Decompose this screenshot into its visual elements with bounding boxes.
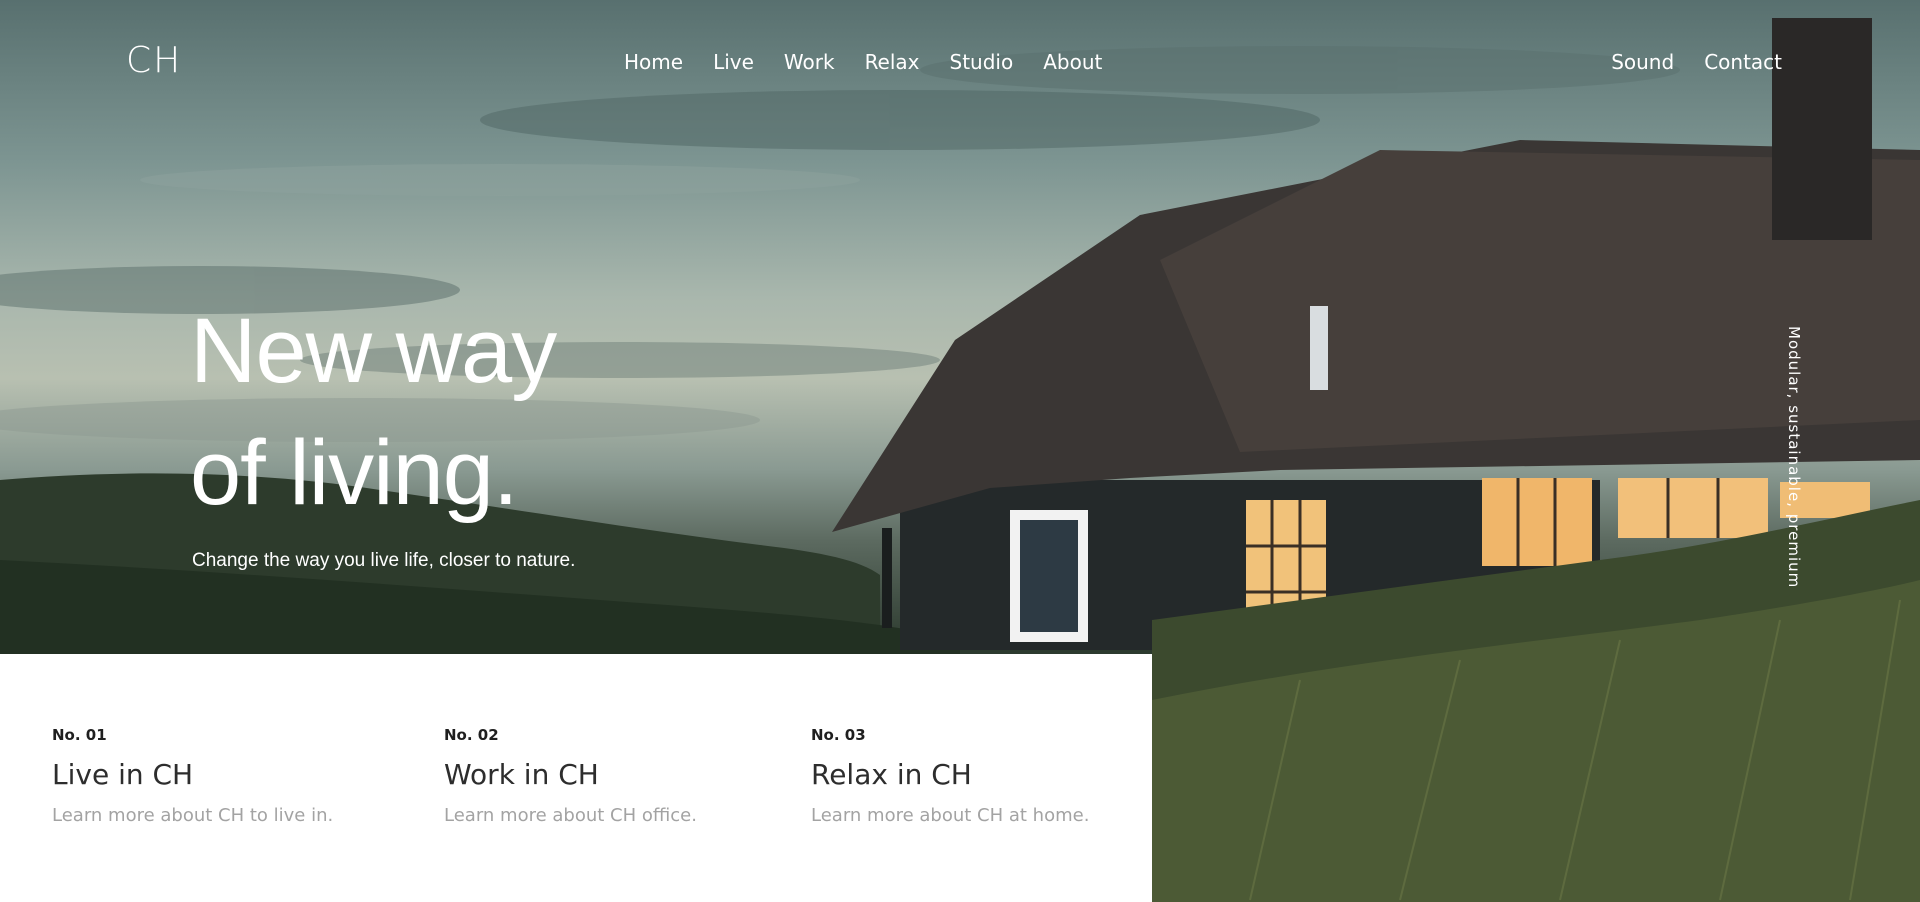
nav-link-about[interactable]: About <box>1043 50 1102 74</box>
main-navigation: Home Live Work Relax Studio About <box>624 50 1102 74</box>
landing-page: CH Home Live Work Relax Studio About Sou… <box>0 0 1920 902</box>
feature-number: No. 03 <box>811 726 866 744</box>
hero-subline: Change the way you live life, closer to … <box>192 550 576 571</box>
feature-title[interactable]: Work in CH <box>444 758 697 791</box>
feature-description[interactable]: Learn more about CH office. <box>444 805 697 826</box>
feature-title[interactable]: Live in CH <box>52 758 333 791</box>
feature-number: No. 01 <box>52 726 107 744</box>
feature-item-live[interactable]: No. 01 Live in CH Learn more about CH to… <box>52 726 333 826</box>
nav-link-home[interactable]: Home <box>624 50 683 74</box>
vertical-tagline: Modular, sustainable, premium <box>1785 326 1803 589</box>
feature-title[interactable]: Relax in CH <box>811 758 1089 791</box>
nav-link-studio[interactable]: Studio <box>950 50 1014 74</box>
nav-link-sound[interactable]: Sound <box>1611 50 1674 74</box>
feature-number: No. 02 <box>444 726 499 744</box>
nav-link-live[interactable]: Live <box>713 50 754 74</box>
hero-headline-line-2: of living. <box>190 422 519 524</box>
features-panel: No. 01 Live in CH Learn more about CH to… <box>0 654 1152 902</box>
nav-link-relax[interactable]: Relax <box>865 50 920 74</box>
hero-headline-line-1: New way <box>190 300 557 402</box>
feature-description[interactable]: Learn more about CH to live in. <box>52 805 333 826</box>
nav-link-work[interactable]: Work <box>784 50 835 74</box>
secondary-navigation: Sound Contact <box>1611 50 1782 74</box>
brand-logo[interactable]: CH <box>126 40 182 81</box>
feature-description[interactable]: Learn more about CH at home. <box>811 805 1089 826</box>
feature-item-work[interactable]: No. 02 Work in CH Learn more about CH of… <box>444 726 697 826</box>
hero-headline: New way of living. <box>190 290 557 534</box>
feature-item-relax[interactable]: No. 03 Relax in CH Learn more about CH a… <box>811 726 1089 826</box>
nav-link-contact[interactable]: Contact <box>1704 50 1782 74</box>
